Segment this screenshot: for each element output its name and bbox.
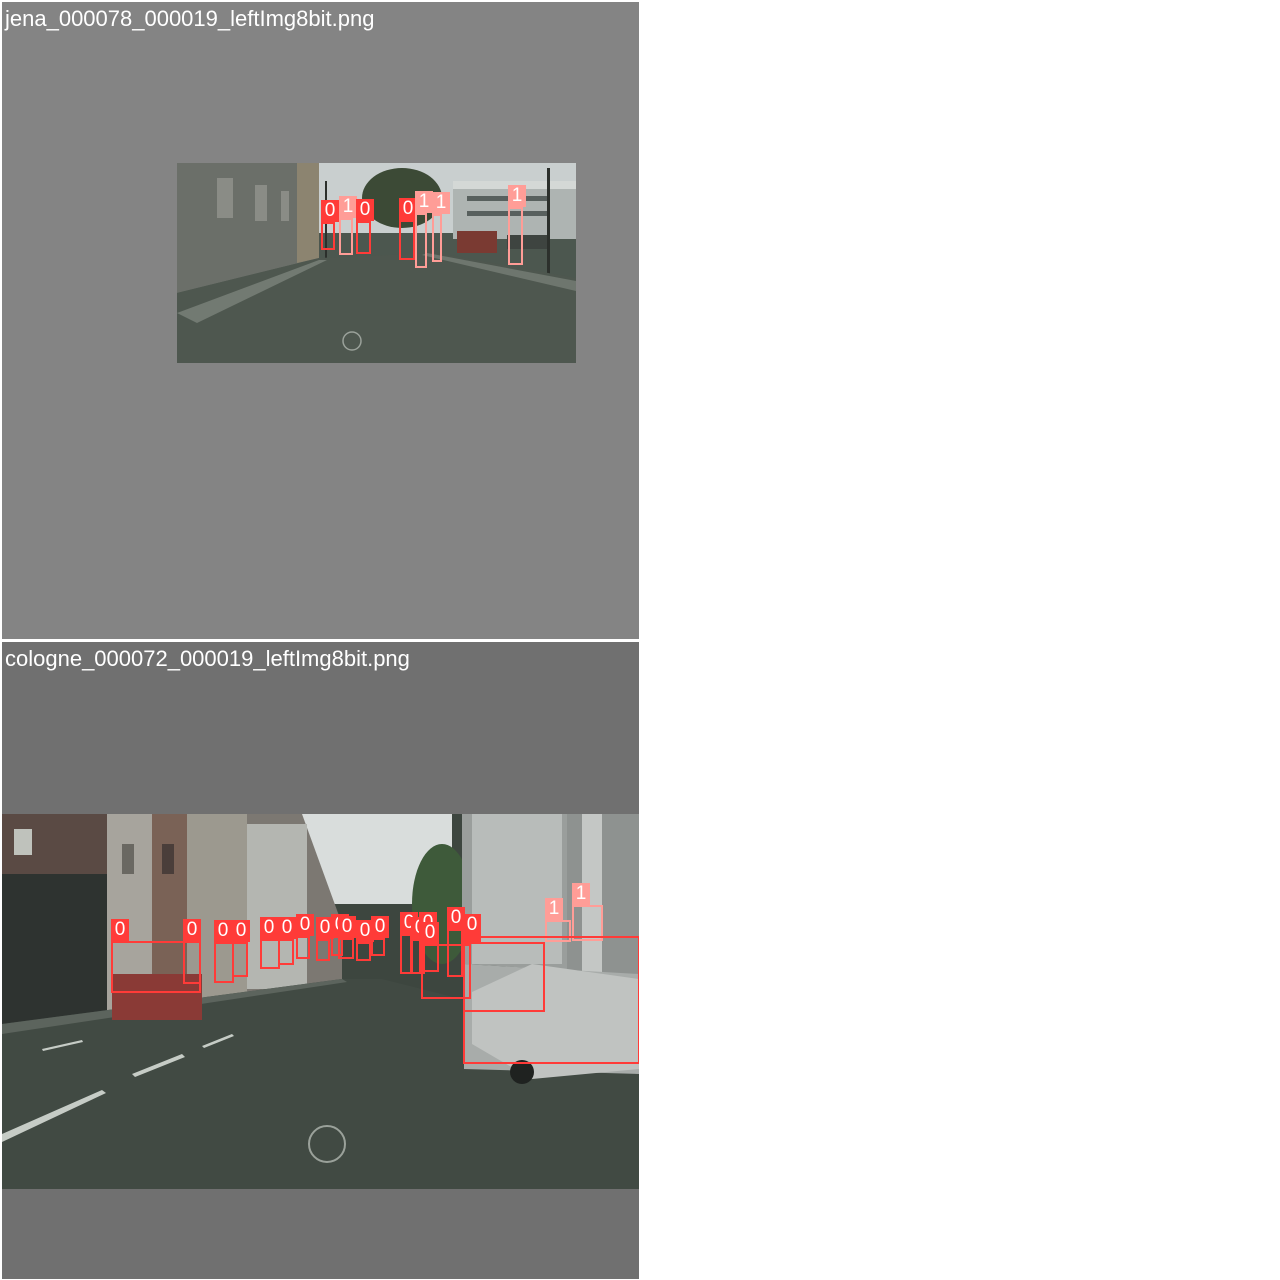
- detection-box-class-0: [316, 939, 330, 961]
- detection-box-class-1: [432, 214, 442, 262]
- detection-label: 0: [371, 916, 389, 938]
- detection-label: 0: [260, 917, 278, 939]
- detection-label: 0: [356, 199, 374, 221]
- detection-label: 1: [339, 196, 357, 218]
- detection-box-class-0: [338, 938, 354, 959]
- detection-label: 0: [421, 922, 439, 944]
- detection-label: 0: [296, 914, 314, 936]
- detection-box-class-0: [356, 942, 371, 961]
- detection-label: 0: [111, 919, 129, 941]
- detection-label: 1: [572, 883, 590, 905]
- image-filename: cologne_000072_000019_leftImg8bit.png: [5, 646, 410, 671]
- detection-box-class-0: [232, 942, 248, 977]
- detection-box-class-0: [296, 936, 310, 959]
- detection-box-class-0: [183, 941, 201, 984]
- detection-box-class-0: [321, 222, 335, 250]
- detection-label: 1: [508, 185, 526, 207]
- detection-box-class-0: [260, 939, 280, 969]
- detection-label: 0: [321, 200, 339, 222]
- image-filename: jena_000078_000019_leftImg8bit.png: [5, 6, 375, 31]
- detection-label: 0: [214, 920, 232, 942]
- detection-box-class-0: [356, 221, 371, 254]
- detection-label: 0: [278, 917, 296, 939]
- detection-label: 0: [338, 916, 356, 938]
- detection-box-class-0: [214, 942, 234, 983]
- detection-box-class-1: [415, 213, 427, 268]
- detection-label: 1: [415, 191, 433, 213]
- street-photo: 0100111: [177, 163, 576, 363]
- detection-label: 1: [545, 898, 563, 920]
- detection-box-class-0: [278, 939, 294, 965]
- detection-label: 1: [432, 192, 450, 214]
- image-tile: 0100111 jena_000078_000019_leftImg8bit.p…: [2, 2, 639, 639]
- image-tile: 000000000000000001100 cologne_000072_000…: [2, 642, 639, 1279]
- detection-box-class-0: [463, 936, 639, 1064]
- detection-label: 0: [232, 920, 250, 942]
- detection-label: 0: [463, 914, 481, 936]
- detection-box-class-1: [339, 218, 353, 255]
- detection-box-class-1: [508, 207, 523, 265]
- detection-label: 0: [183, 919, 201, 941]
- detection-box-class-0: [399, 220, 415, 260]
- street-photo: 000000000000000001100: [2, 814, 639, 1189]
- detection-box-class-0: [371, 938, 385, 956]
